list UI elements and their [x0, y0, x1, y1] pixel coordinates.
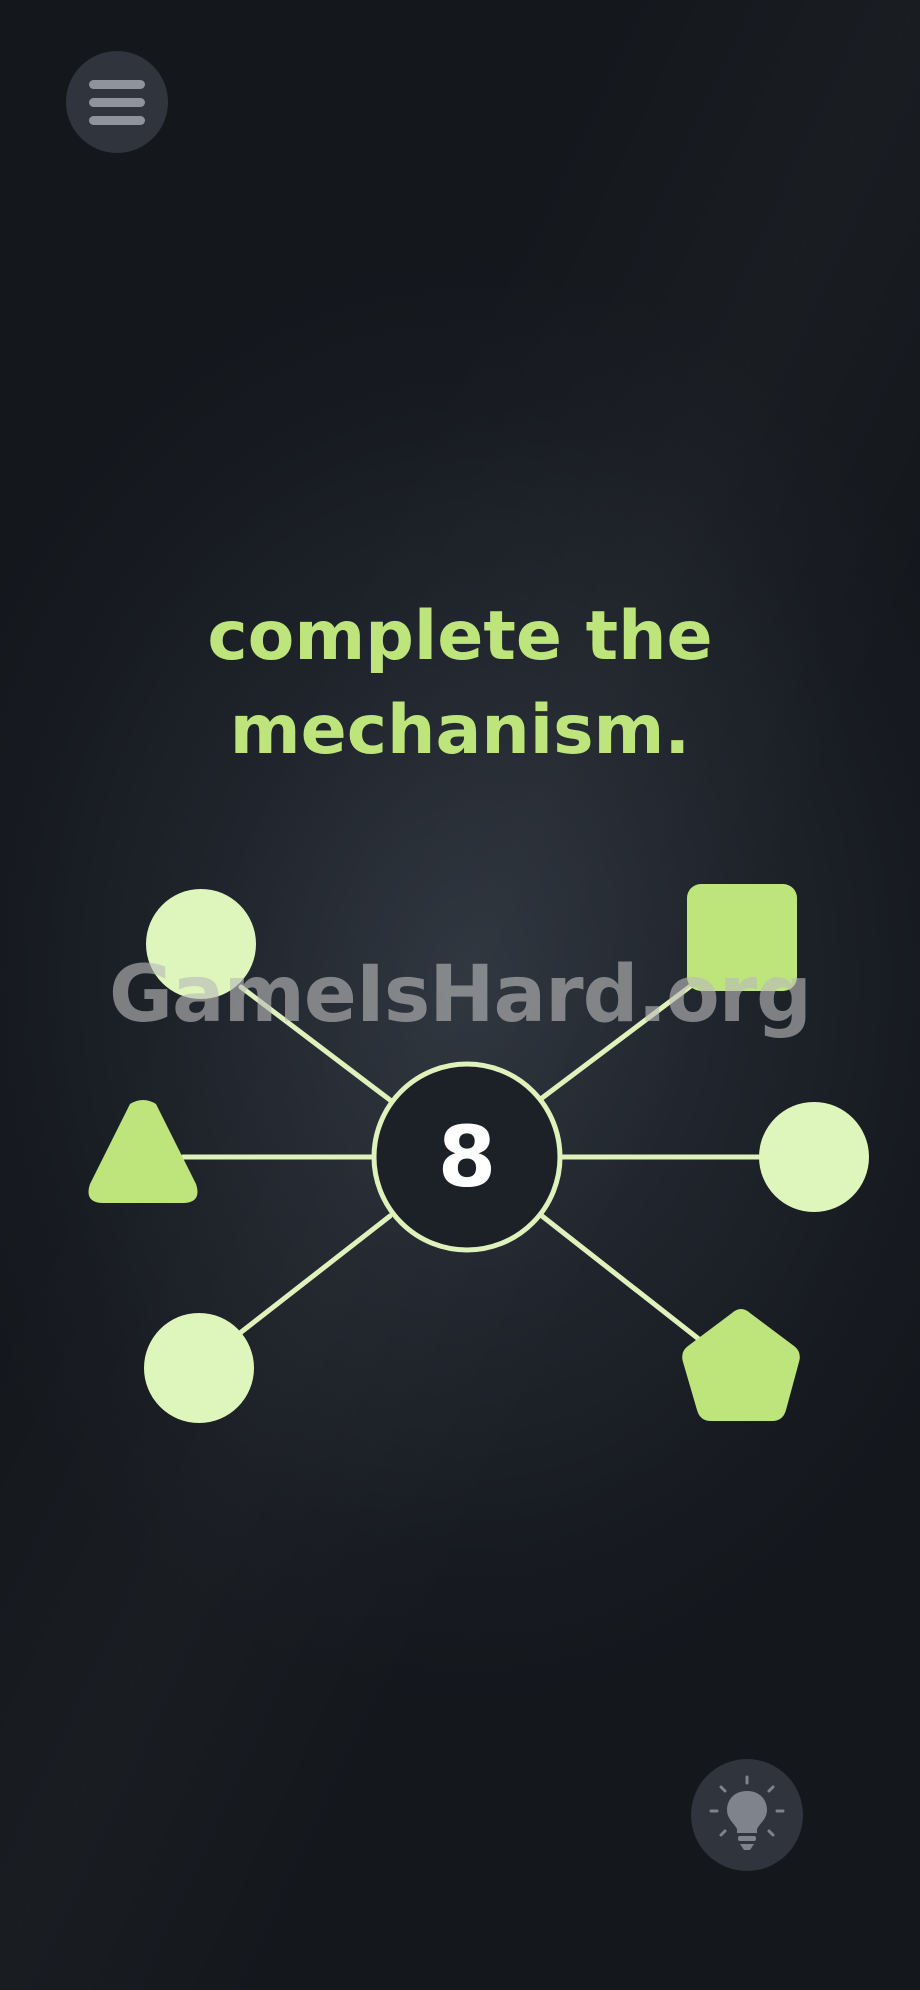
connector-bottom-left — [237, 1213, 393, 1336]
node-circle-bottom-left[interactable] — [144, 1313, 254, 1423]
connector-top-left — [238, 984, 393, 1103]
connector-top-right — [539, 976, 703, 1101]
mechanism-diagram — [88, 884, 869, 1423]
node-triangle-left[interactable] — [88, 1100, 198, 1203]
connector-bottom-right — [539, 1213, 703, 1343]
game-screen: complete the mechanism. 8 GameIsHard.org — [0, 0, 920, 1990]
node-square-top-right[interactable] — [687, 884, 797, 991]
node-pentagon-bottom-right[interactable] — [682, 1309, 800, 1421]
lightbulb-icon — [709, 1775, 785, 1850]
center-value: 8 — [437, 1108, 497, 1206]
node-circle-right[interactable] — [759, 1102, 869, 1212]
hint-button[interactable] — [691, 1759, 803, 1871]
node-circle-top-left[interactable] — [146, 889, 256, 999]
